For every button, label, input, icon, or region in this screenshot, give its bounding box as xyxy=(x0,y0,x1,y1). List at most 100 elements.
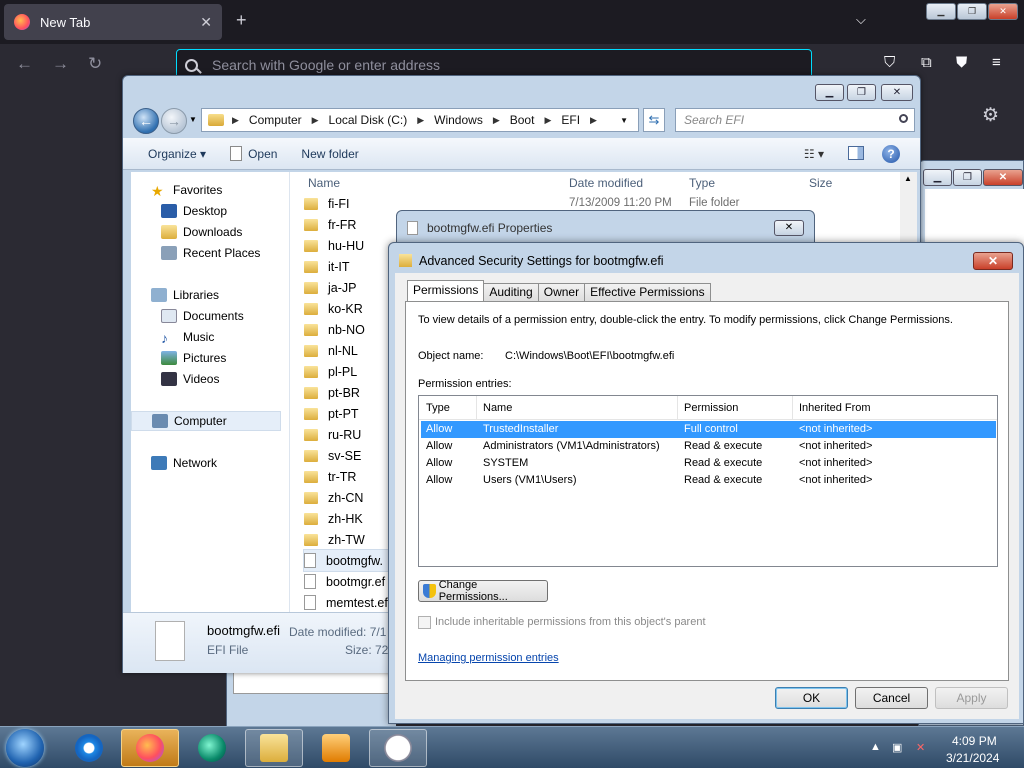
nav-computer[interactable]: Computer xyxy=(131,411,281,431)
breadcrumb-item[interactable]: EFI xyxy=(561,113,580,127)
views-icon[interactable]: ☷ ▾ xyxy=(804,147,824,161)
permission-row[interactable]: Allow Users (VM1\Users) Read & execute <… xyxy=(421,472,996,489)
file-row[interactable]: nl-NL xyxy=(304,340,358,361)
file-row[interactable]: pt-BR xyxy=(304,382,360,403)
history-chevron-icon[interactable]: ▼ xyxy=(189,115,197,124)
taskbar-firefox[interactable] xyxy=(121,729,179,767)
maximize-icon[interactable]: ❐ xyxy=(953,169,982,186)
tab-auditing[interactable]: Auditing xyxy=(483,283,539,301)
column-date-modified[interactable]: Date modified xyxy=(569,176,643,190)
nav-videos[interactable]: Videos xyxy=(161,369,219,389)
file-row[interactable]: fi-FI xyxy=(304,193,350,214)
extensions-icon[interactable]: ⧉ xyxy=(921,54,932,71)
taskbar-clock-app[interactable] xyxy=(369,729,427,767)
close-tab-icon[interactable]: ✕ xyxy=(200,14,212,31)
help-icon[interactable]: ? xyxy=(882,145,900,163)
header-inherited[interactable]: Inherited From xyxy=(799,402,871,414)
file-row[interactable]: zh-CN xyxy=(304,487,363,508)
nav-network[interactable]: Network xyxy=(151,453,217,473)
file-row[interactable]: bootmgr.ef xyxy=(304,571,385,592)
close-icon[interactable]: ✕ xyxy=(983,169,1023,186)
preview-pane-icon[interactable] xyxy=(848,146,864,160)
tab-effective-permissions[interactable]: Effective Permissions xyxy=(584,283,711,301)
new-folder-button[interactable]: New folder xyxy=(301,147,358,161)
header-type[interactable]: Type xyxy=(426,402,450,414)
file-row[interactable]: sv-SE xyxy=(304,445,361,466)
breadcrumb-item[interactable]: Boot xyxy=(510,113,535,127)
maximize-icon[interactable]: ❐ xyxy=(847,84,876,101)
breadcrumb-item[interactable]: Local Disk (C:) xyxy=(329,113,408,127)
menu-icon[interactable]: ≡ xyxy=(992,54,1001,71)
tab-list-chevron-icon[interactable]: ⌵ xyxy=(856,12,866,28)
back-icon[interactable]: ← xyxy=(16,54,33,74)
close-icon[interactable]: ✕ xyxy=(973,252,1013,270)
file-row[interactable]: pl-PL xyxy=(304,361,357,382)
breadcrumb-item[interactable]: Windows xyxy=(434,113,483,127)
file-row[interactable]: fr-FR xyxy=(304,214,356,235)
organize-button[interactable]: Organize ▾ xyxy=(148,147,206,161)
breadcrumb-item[interactable]: Computer xyxy=(249,113,302,127)
tab-permissions[interactable]: Permissions xyxy=(407,280,485,301)
file-row[interactable]: pt-PT xyxy=(304,403,359,424)
file-row[interactable]: hu-HU xyxy=(304,235,364,256)
nav-music[interactable]: ♪ Music xyxy=(161,327,214,347)
new-tab-icon[interactable]: + xyxy=(236,10,247,31)
taskbar-media-player[interactable] xyxy=(307,729,365,767)
forward-button[interactable]: → xyxy=(161,108,187,134)
header-permission[interactable]: Permission xyxy=(684,402,738,414)
network-icon[interactable]: ▣ xyxy=(892,741,902,754)
clock-date[interactable]: 3/21/2024 xyxy=(946,751,999,765)
include-inheritable-checkbox[interactable] xyxy=(418,616,431,629)
scroll-up-icon[interactable]: ▲ xyxy=(904,174,912,183)
refresh-button[interactable]: ⇆ xyxy=(643,108,665,132)
permission-row[interactable]: Allow TrustedInstaller Full control <not… xyxy=(421,421,996,438)
close-icon[interactable]: ✕ xyxy=(988,3,1018,20)
reload-icon[interactable]: ↻ xyxy=(88,54,102,74)
nav-recent-places[interactable]: Recent Places xyxy=(161,243,260,263)
file-row[interactable]: bootmgfw. xyxy=(303,549,391,572)
forward-icon[interactable]: → xyxy=(52,54,69,74)
nav-pictures[interactable]: Pictures xyxy=(161,348,226,368)
nav-libraries[interactable]: Libraries xyxy=(151,285,219,305)
column-name[interactable]: Name xyxy=(308,176,340,190)
file-row[interactable]: ja-JP xyxy=(304,277,356,298)
clock-time[interactable]: 4:09 PM xyxy=(952,734,997,748)
breadcrumb[interactable]: ▶ Computer ▶ Local Disk (C:) ▶ Windows ▶… xyxy=(201,108,639,132)
close-icon[interactable]: ✕ xyxy=(881,84,913,101)
nav-documents[interactable]: Documents xyxy=(161,306,244,326)
nav-favorites[interactable]: ★ Favorites xyxy=(151,180,222,200)
open-button[interactable]: Open xyxy=(230,146,277,161)
permission-row[interactable]: Allow Administrators (VM1\Administrators… xyxy=(421,438,996,455)
minimize-icon[interactable]: ▁ xyxy=(926,3,956,20)
tab-owner[interactable]: Owner xyxy=(537,283,586,301)
dropdown-chevron-icon[interactable]: ▼ xyxy=(620,116,628,125)
minimize-icon[interactable]: ▁ xyxy=(815,84,844,101)
ok-button[interactable]: OK xyxy=(775,687,848,709)
column-size[interactable]: Size xyxy=(809,176,832,190)
file-row[interactable]: zh-TW xyxy=(304,529,365,550)
pocket-icon[interactable]: ⛉ xyxy=(884,54,895,71)
taskbar-ie[interactable] xyxy=(60,729,118,767)
maximize-icon[interactable]: ❐ xyxy=(957,3,987,20)
taskbar-explorer[interactable] xyxy=(245,729,303,767)
header-name[interactable]: Name xyxy=(483,402,512,414)
file-row[interactable]: nb-NO xyxy=(304,319,365,340)
nav-downloads[interactable]: Downloads xyxy=(161,222,242,242)
ublock-icon[interactable]: ⛊ xyxy=(956,54,967,71)
file-row[interactable]: memtest.efi xyxy=(304,592,391,613)
start-button[interactable] xyxy=(6,729,44,767)
managing-permissions-link[interactable]: Managing permission entries xyxy=(418,652,559,664)
show-hidden-icon[interactable]: ▲ xyxy=(870,741,881,753)
volume-muted-icon[interactable]: ✕ xyxy=(916,741,925,754)
file-row[interactable]: zh-HK xyxy=(304,508,363,529)
file-row[interactable]: ko-KR xyxy=(304,298,363,319)
search-input[interactable]: Search EFI xyxy=(675,108,915,132)
file-row[interactable]: tr-TR xyxy=(304,466,356,487)
gear-icon[interactable]: ⚙ xyxy=(982,104,999,127)
taskbar-app[interactable] xyxy=(183,729,241,767)
minimize-icon[interactable]: ▁ xyxy=(923,169,952,186)
permission-row[interactable]: Allow SYSTEM Read & execute <not inherit… xyxy=(421,455,996,472)
file-row[interactable]: ru-RU xyxy=(304,424,361,445)
change-permissions-button[interactable]: Change Permissions... xyxy=(418,579,548,603)
nav-desktop[interactable]: Desktop xyxy=(161,201,227,221)
